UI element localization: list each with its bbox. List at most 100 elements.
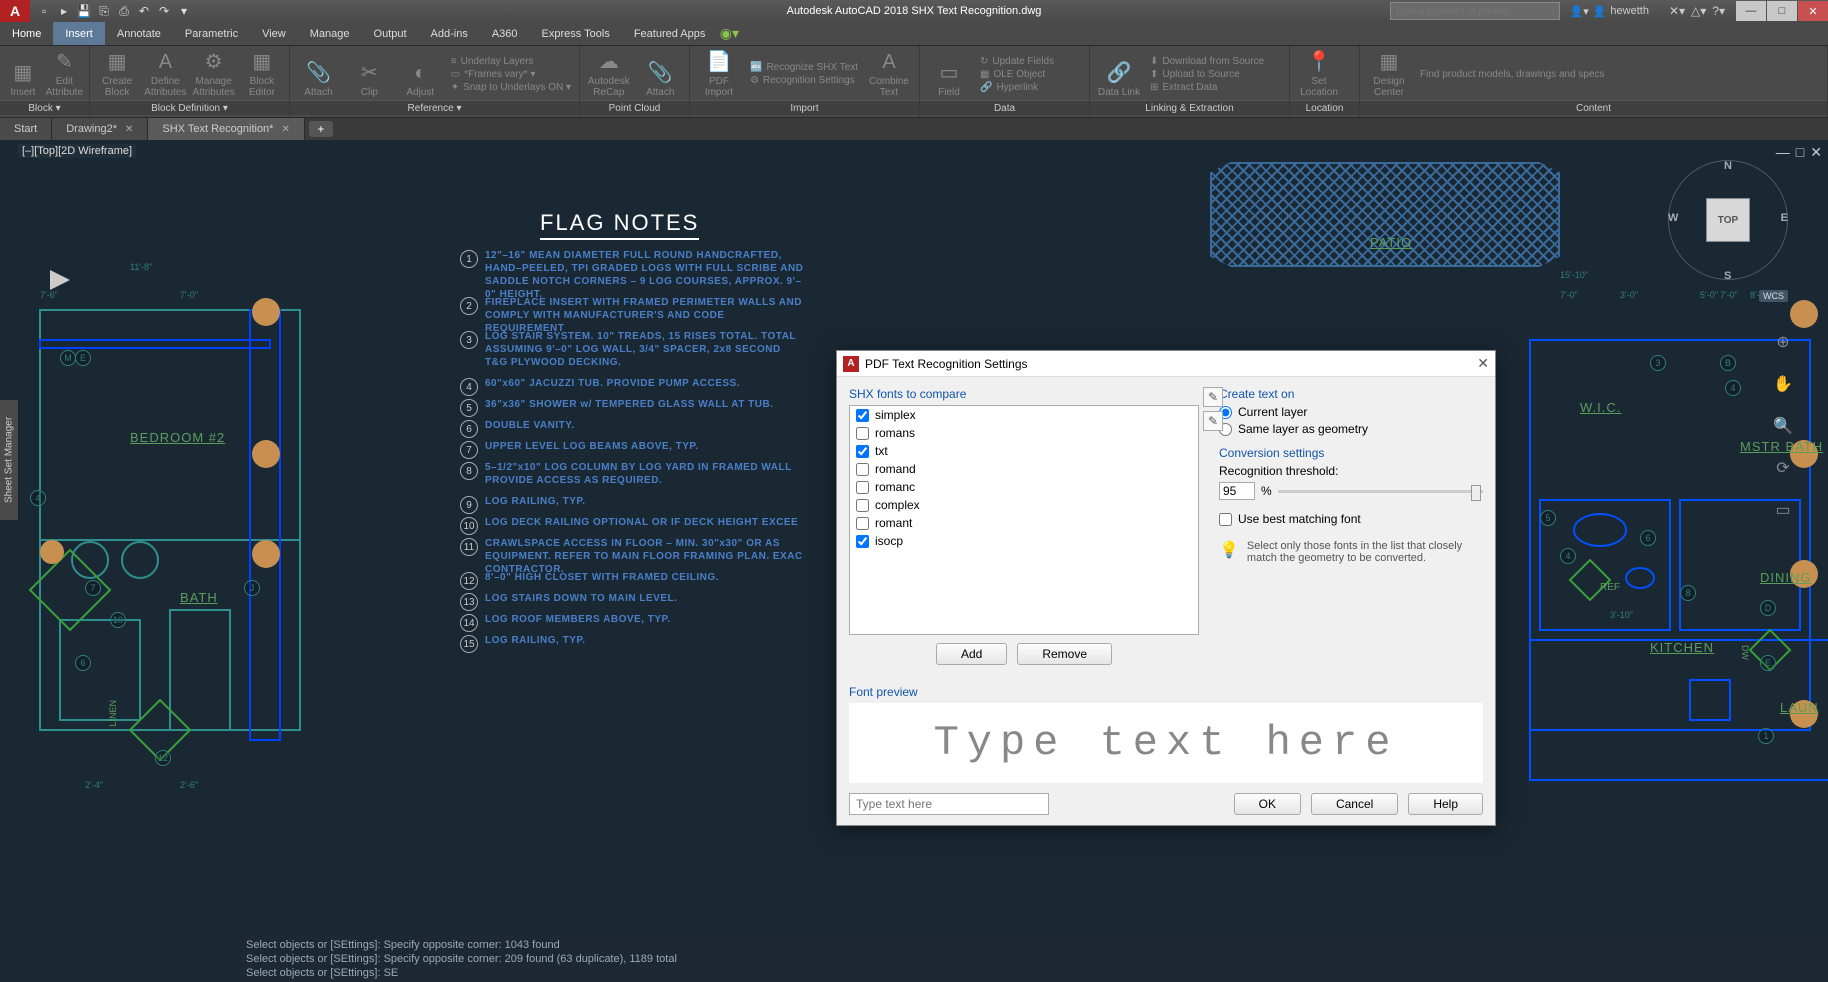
qa-dropdown-icon[interactable]: ▾ — [176, 3, 192, 19]
steering-wheel-icon[interactable]: ⊕ — [1771, 330, 1795, 354]
block-editor-button[interactable]: ▦Block Editor — [239, 48, 285, 100]
close-tab-icon[interactable]: ✕ — [125, 124, 133, 135]
font-checkbox[interactable] — [856, 427, 869, 440]
pdf-import-button[interactable]: 📄PDF Import — [694, 48, 744, 100]
hyperlink-button[interactable]: 🔗Hyperlink — [976, 81, 1058, 94]
tab-a360[interactable]: A360 — [480, 22, 530, 45]
exchange-icon[interactable]: ✕▾ — [1669, 4, 1685, 18]
dialog-close-icon[interactable]: ✕ — [1477, 355, 1489, 372]
move-up-icon[interactable]: ✎ — [1203, 387, 1223, 407]
create-block-button[interactable]: ▦Create Block — [94, 48, 140, 100]
compass-w[interactable]: W — [1668, 212, 1678, 224]
tab-parametric[interactable]: Parametric — [173, 22, 250, 45]
compass-s[interactable]: S — [1724, 270, 1731, 282]
preview-text-input[interactable] — [849, 793, 1049, 815]
font-item-romanc[interactable]: romanc — [850, 478, 1198, 496]
design-center-button[interactable]: ▦Design Center — [1364, 48, 1414, 100]
recap-button[interactable]: ☁Autodesk ReCap — [584, 48, 634, 100]
viewcube-face[interactable]: TOP — [1706, 198, 1750, 242]
ribbon-more-icon[interactable]: ◉▾ — [717, 22, 741, 45]
tab-output[interactable]: Output — [362, 22, 419, 45]
insert-block-button[interactable]: ▦Insert — [4, 48, 42, 100]
download-source-button[interactable]: ⬇Download from Source — [1146, 55, 1268, 68]
radio-same-layer[interactable]: Same layer as geometry — [1219, 422, 1483, 436]
add-button[interactable]: Add — [936, 643, 1007, 665]
dialog-title-bar[interactable]: A PDF Text Recognition Settings ✕ — [837, 351, 1495, 377]
command-line[interactable]: Select objects or [SEttings]: Specify op… — [240, 936, 1828, 982]
tab-featured[interactable]: Featured Apps — [622, 22, 718, 45]
close-tab-icon[interactable]: ✕ — [281, 124, 289, 135]
maximize-button[interactable]: □ — [1767, 1, 1797, 21]
cloud-icon[interactable]: △▾ — [1691, 4, 1706, 18]
font-item-complex[interactable]: complex — [850, 496, 1198, 514]
define-attr-button[interactable]: ADefine Attributes — [142, 48, 188, 100]
undo-icon[interactable]: ↶ — [136, 3, 152, 19]
clip-button[interactable]: ✂Clip — [345, 48, 394, 100]
cancel-button[interactable]: Cancel — [1311, 793, 1398, 815]
manage-attr-button[interactable]: ⚙Manage Attributes — [191, 48, 237, 100]
group-reference[interactable]: Reference ▾ — [290, 100, 579, 115]
frames-button[interactable]: ▭*Frames vary* ▾ — [447, 68, 575, 81]
minimize-button[interactable]: — — [1736, 1, 1766, 21]
recognition-settings-button[interactable]: ⚙Recognition Settings — [746, 74, 862, 87]
zoom-extents-icon[interactable]: 🔍 — [1771, 414, 1795, 438]
font-checkbox[interactable] — [856, 445, 869, 458]
showmotion-icon[interactable]: ▭ — [1771, 498, 1795, 522]
user-menu[interactable]: 👤▾ 👤 hewetth — [1570, 5, 1649, 18]
plot-icon[interactable]: ⎙ — [116, 3, 132, 19]
font-checkbox[interactable] — [856, 463, 869, 476]
attach-pc-button[interactable]: 📎Attach — [636, 48, 686, 100]
move-down-icon[interactable]: ✎ — [1203, 411, 1223, 431]
redo-icon[interactable]: ↷ — [156, 3, 172, 19]
font-item-isocp[interactable]: isocp — [850, 532, 1198, 550]
tab-home[interactable]: Home — [0, 22, 53, 45]
ole-button[interactable]: ▦OLE Object — [976, 68, 1058, 81]
best-font-checkbox[interactable]: Use best matching font — [1219, 512, 1483, 526]
doc-tab-drawing2[interactable]: Drawing2*✕ — [52, 118, 148, 140]
save-icon[interactable]: 💾 — [76, 3, 92, 19]
wcs-badge[interactable]: WCS — [1759, 290, 1788, 302]
remove-button[interactable]: Remove — [1017, 643, 1112, 665]
set-location-button[interactable]: 📍Set Location — [1294, 48, 1344, 100]
threshold-slider[interactable] — [1278, 490, 1483, 493]
new-icon[interactable]: ▫ — [36, 3, 52, 19]
orbit-icon[interactable]: ⟳ — [1771, 456, 1795, 480]
font-checkbox[interactable] — [856, 481, 869, 494]
group-block[interactable]: Block ▾ — [0, 100, 89, 115]
group-block-def[interactable]: Block Definition ▾ — [90, 100, 289, 115]
close-button[interactable]: ✕ — [1798, 1, 1828, 21]
recognize-shx-button[interactable]: 🔤Recognize SHX Text — [746, 61, 862, 74]
search-input[interactable] — [1390, 2, 1560, 20]
edit-attribute-button[interactable]: ✎Edit Attribute — [44, 48, 85, 100]
pan-icon[interactable]: ✋ — [1771, 372, 1795, 396]
tab-manage[interactable]: Manage — [298, 22, 362, 45]
update-fields-button[interactable]: ↻Update Fields — [976, 55, 1058, 68]
attach-button[interactable]: 📎Attach — [294, 48, 343, 100]
extract-data-button[interactable]: ⊞Extract Data — [1146, 81, 1268, 94]
threshold-input[interactable] — [1219, 482, 1255, 500]
saveas-icon[interactable]: ⎘ — [96, 3, 112, 19]
tab-addins[interactable]: Add-ins — [419, 22, 480, 45]
combine-text-button[interactable]: ACombine Text — [864, 48, 914, 100]
font-item-simplex[interactable]: simplex — [850, 406, 1198, 424]
font-checkbox[interactable] — [856, 499, 869, 512]
doc-tab-start[interactable]: Start — [0, 118, 52, 140]
upload-source-button[interactable]: ⬆Upload to Source — [1146, 68, 1268, 81]
font-item-txt[interactable]: txt — [850, 442, 1198, 460]
font-list[interactable]: simplexromanstxtromandromanccomplexroman… — [849, 405, 1199, 635]
open-icon[interactable]: ▸ — [56, 3, 72, 19]
font-checkbox[interactable] — [856, 517, 869, 530]
radio-current-layer[interactable]: Current layer — [1219, 405, 1483, 419]
app-logo[interactable]: A — [0, 0, 30, 22]
font-checkbox[interactable] — [856, 535, 869, 548]
underlay-layers-button[interactable]: ≡Underlay Layers — [447, 55, 575, 68]
new-tab-button[interactable]: + — [309, 121, 333, 137]
ok-button[interactable]: OK — [1234, 793, 1301, 815]
help-icon[interactable]: ?▾ — [1712, 4, 1725, 18]
font-item-romand[interactable]: romand — [850, 460, 1198, 478]
tab-express[interactable]: Express Tools — [530, 22, 622, 45]
snap-underlays-button[interactable]: ✦Snap to Underlays ON ▾ — [447, 81, 575, 94]
field-button[interactable]: ▭Field — [924, 48, 974, 100]
font-item-romant[interactable]: romant — [850, 514, 1198, 532]
tab-view[interactable]: View — [250, 22, 298, 45]
